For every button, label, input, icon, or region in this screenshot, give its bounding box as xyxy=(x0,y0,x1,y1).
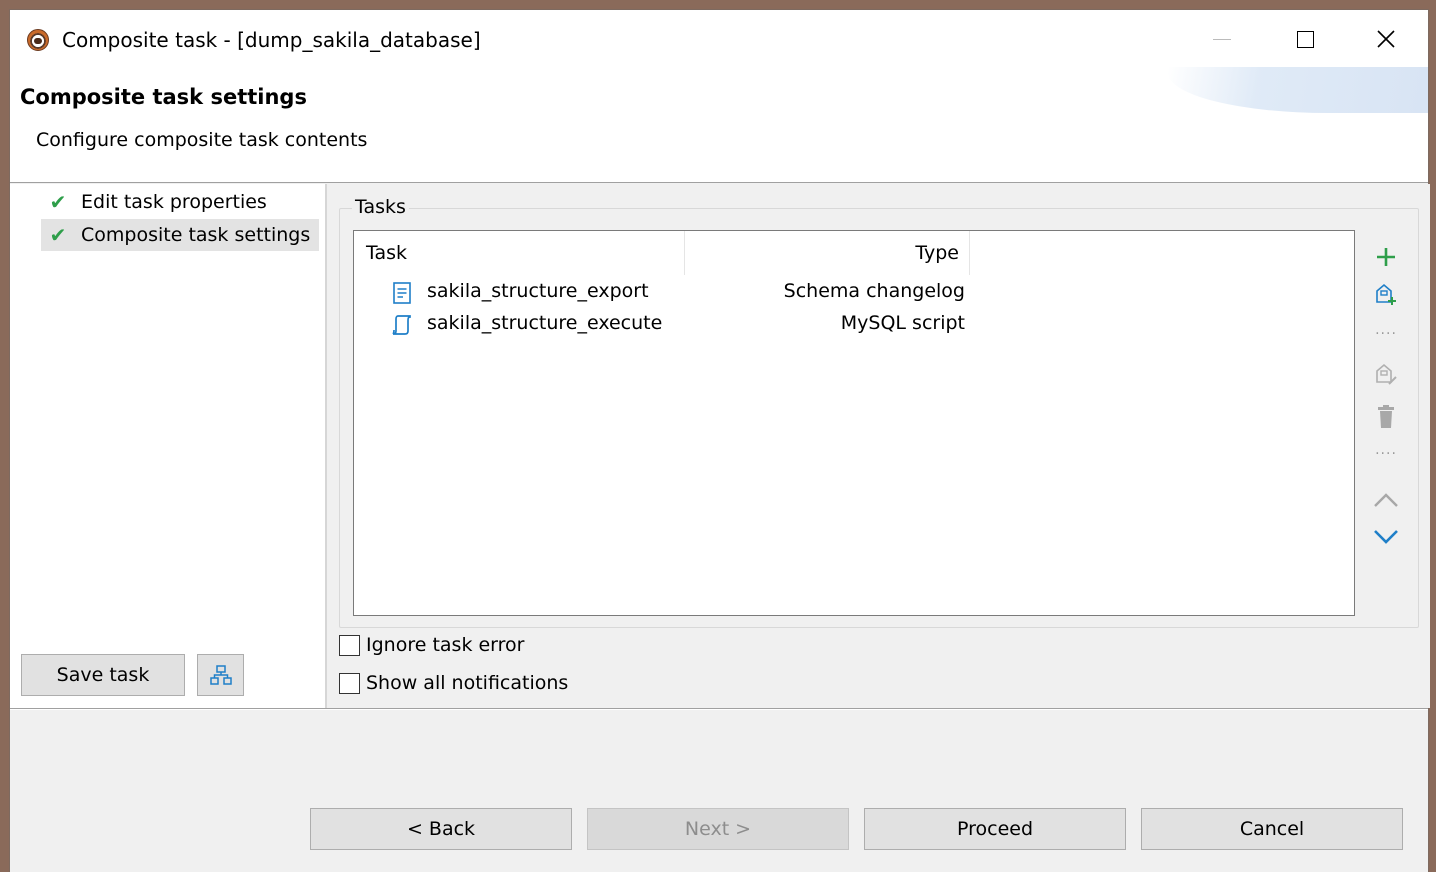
create-task-button[interactable] xyxy=(1368,278,1404,312)
move-up-button[interactable] xyxy=(1368,483,1404,517)
column-header-task-label: Task xyxy=(366,242,408,264)
toolbar-separator: .... xyxy=(1375,442,1397,458)
close-button[interactable] xyxy=(1366,22,1406,56)
check-icon: ✔ xyxy=(49,223,67,247)
checkbox-box[interactable] xyxy=(339,634,360,656)
column-header-task[interactable]: Task xyxy=(354,231,685,275)
add-task-button[interactable] xyxy=(1368,240,1404,274)
edit-task-button[interactable] xyxy=(1368,358,1404,392)
toolbar-separator: .... xyxy=(1375,322,1397,338)
banner-decoration xyxy=(1168,67,1428,113)
page-title: Composite task settings xyxy=(20,85,307,109)
cancel-button[interactable]: Cancel xyxy=(1141,808,1403,850)
composite-task-window: Composite task - [dump_sakila_database] … xyxy=(9,9,1430,872)
delete-icon xyxy=(1378,405,1394,428)
minimize-icon xyxy=(1213,38,1231,40)
task-name: sakila_structure_export xyxy=(427,280,649,302)
sidebar-item-composite-task-settings[interactable]: ✔ Composite task settings xyxy=(41,219,319,251)
maximize-button[interactable] xyxy=(1285,22,1325,56)
maximize-icon xyxy=(1296,30,1314,48)
table-row[interactable]: sakila_structure_execute MySQL script xyxy=(354,309,970,341)
sidebar-item-label: Composite task settings xyxy=(81,224,311,246)
tasks-group-label: Tasks xyxy=(352,196,409,218)
window-title: Composite task - [dump_sakila_database] xyxy=(62,28,481,52)
save-task-button[interactable]: Save task xyxy=(21,654,185,696)
show-all-notifications-checkbox[interactable]: Show all notifications xyxy=(339,668,568,698)
checkbox-label: Show all notifications xyxy=(366,672,569,694)
checkbox-label: Ignore task error xyxy=(366,634,525,656)
back-button[interactable]: < Back xyxy=(310,808,572,850)
wizard-header-banner: Composite task settings Configure compos… xyxy=(10,67,1428,183)
task-type: Schema changelog xyxy=(783,280,965,302)
column-header-type-label: Type xyxy=(915,242,959,264)
page-description: Configure composite task contents xyxy=(36,129,368,151)
delete-task-button[interactable] xyxy=(1368,400,1404,434)
task-name: sakila_structure_execute xyxy=(427,312,663,334)
dbeaver-beaver-icon xyxy=(27,29,49,51)
checkbox-box[interactable] xyxy=(339,672,360,694)
wizard-pages-sidebar xyxy=(10,184,325,708)
table-row[interactable]: sakila_structure_export Schema changelog xyxy=(354,277,970,309)
proceed-button[interactable]: Proceed xyxy=(864,808,1126,850)
sidebar-item-edit-task-properties[interactable]: ✔ Edit task properties xyxy=(41,186,311,218)
chevron-down-icon xyxy=(1374,530,1398,544)
sidebar-item-label: Edit task properties xyxy=(81,191,267,213)
title-bar: Composite task - [dump_sakila_database] xyxy=(10,10,1428,67)
move-down-button[interactable] xyxy=(1368,520,1404,554)
minimize-button[interactable] xyxy=(1202,22,1242,56)
script-icon xyxy=(392,315,411,335)
chevron-up-icon xyxy=(1374,493,1398,507)
task-type: MySQL script xyxy=(840,312,965,334)
next-button[interactable]: Next > xyxy=(587,808,849,850)
close-icon xyxy=(1377,30,1395,48)
create-task-icon xyxy=(1376,283,1396,305)
edit-task-icon xyxy=(1376,363,1397,385)
document-icon xyxy=(393,282,411,304)
tasks-toolbar: .... .... xyxy=(1368,240,1404,550)
ignore-task-error-checkbox[interactable]: Ignore task error xyxy=(339,630,525,660)
add-icon xyxy=(1377,248,1395,266)
tasks-table[interactable]: Task Type sakila_structure_export Schema… xyxy=(353,230,1355,616)
hierarchy-icon xyxy=(209,665,232,685)
column-header-type[interactable]: Type xyxy=(685,231,970,275)
task-tree-button[interactable] xyxy=(197,654,244,696)
button-bar-separator xyxy=(10,708,1428,710)
check-icon: ✔ xyxy=(49,190,67,214)
